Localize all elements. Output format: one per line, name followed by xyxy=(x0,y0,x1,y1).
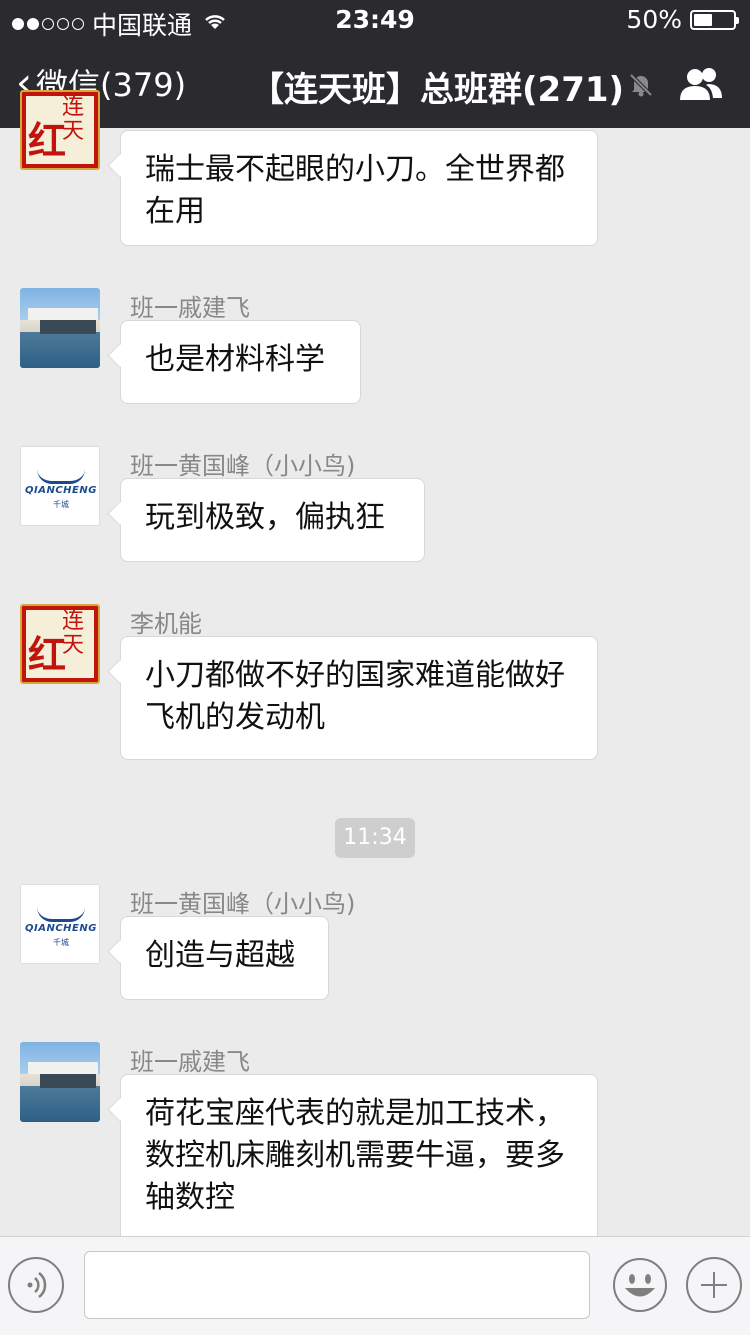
group-members-icon[interactable] xyxy=(678,66,724,102)
sender-name: 李机能 xyxy=(130,610,202,638)
voice-input-icon[interactable] xyxy=(8,1257,64,1313)
message-bubble[interactable]: 也是材料科学 xyxy=(120,320,361,404)
message-bubble[interactable]: 荷花宝座代表的就是加工技术，数控机床雕刻机需要牛逼，要多轴数控 xyxy=(120,1074,598,1244)
qiancheng-logo-avatar[interactable]: QIANCHENG 千城 xyxy=(20,446,100,526)
message-bubble[interactable]: 玩到极致，偏执狂 xyxy=(120,478,425,562)
message-bubble[interactable]: 小刀都做不好的国家难道能做好飞机的发动机 xyxy=(120,636,598,760)
bell-slash-icon xyxy=(629,73,653,97)
sender-name: 班一黄国峰（小小鸟) xyxy=(130,452,356,480)
sender-name: 班一戚建飞 xyxy=(130,294,250,322)
status-bar: 中国联通 23:49 50% xyxy=(0,0,750,40)
qiancheng-logo-avatar[interactable]: QIANCHENG 千城 xyxy=(20,884,100,964)
chat-title: 【连天班】总班群(271) xyxy=(250,70,625,110)
battery-icon xyxy=(690,9,739,30)
message-bubble[interactable]: 瑞士最不起眼的小刀。全世界都在用 xyxy=(120,130,598,246)
input-bar xyxy=(0,1236,750,1335)
red-calligraphy-avatar[interactable]: 红 连天 xyxy=(20,604,100,684)
sender-name: 班一戚建飞 xyxy=(130,1048,250,1076)
red-calligraphy-avatar[interactable]: 红 连天 xyxy=(20,90,100,170)
time-divider: 11:34 xyxy=(335,818,415,858)
nav-bar: ‹ 微信(379) 【连天班】总班群(271) xyxy=(0,40,750,128)
battery-info: 50% xyxy=(626,5,739,34)
plus-icon[interactable] xyxy=(686,1257,742,1313)
sender-name: 班一黄国峰（小小鸟) xyxy=(130,890,356,918)
message-input[interactable] xyxy=(84,1251,590,1319)
emoji-icon[interactable] xyxy=(612,1257,668,1313)
battery-percent: 50% xyxy=(626,5,682,34)
modern-house-avatar[interactable] xyxy=(20,288,100,368)
modern-house-avatar[interactable] xyxy=(20,1042,100,1122)
message-bubble[interactable]: 创造与超越 xyxy=(120,916,329,1000)
